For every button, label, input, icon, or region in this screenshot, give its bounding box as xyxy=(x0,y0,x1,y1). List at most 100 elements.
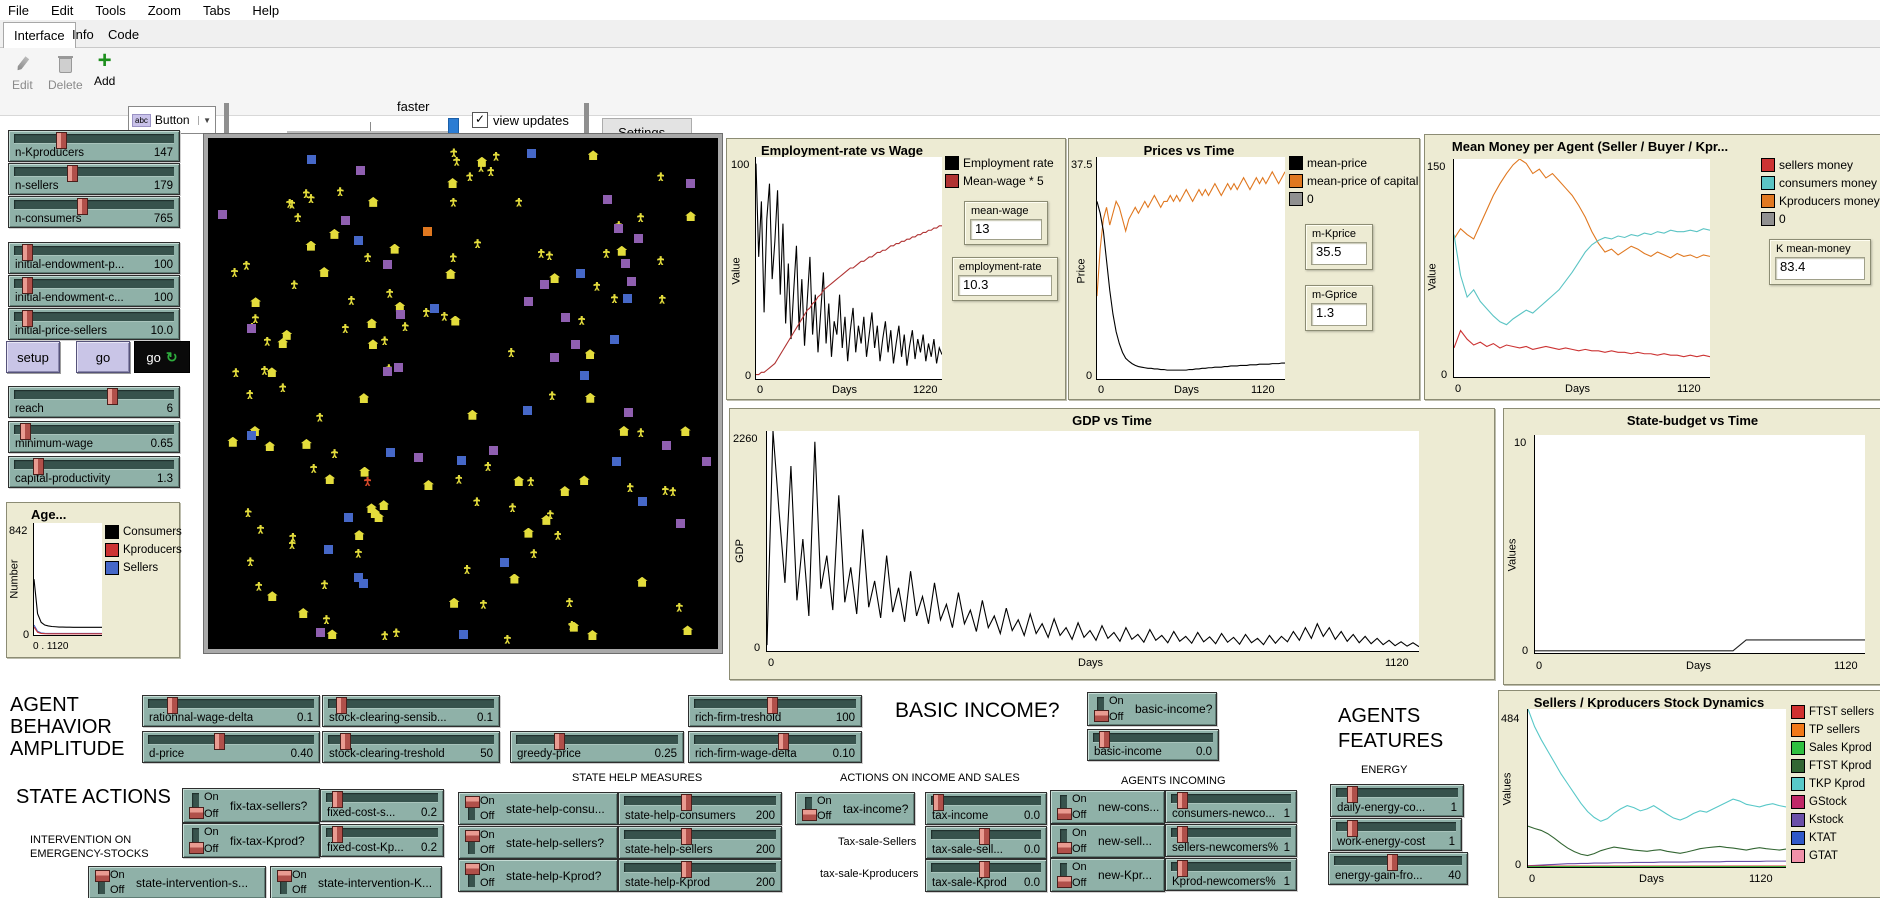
agent-person xyxy=(245,508,252,517)
agent-square xyxy=(527,149,536,158)
switch-state-help-sellers[interactable]: OnOff state-help-sellers? xyxy=(458,826,618,859)
slider-reach[interactable]: reach6 xyxy=(8,386,180,418)
slider-initial-price-sellers[interactable]: initial-price-sellers10.0 xyxy=(8,308,180,340)
gdp-plot: GDP vs Time 2260 GDP 0 0 Days 1120 xyxy=(729,408,1495,680)
menu-help[interactable]: Help xyxy=(252,3,279,18)
agent-square xyxy=(489,446,498,455)
menu-zoom[interactable]: Zoom xyxy=(148,3,181,18)
slider-tax-sale-sellers[interactable]: tax-sale-sell...0.0 xyxy=(925,826,1047,859)
slider-minimum-wage[interactable]: minimum-wage0.65 xyxy=(8,421,180,453)
menu-file[interactable]: File xyxy=(8,3,29,18)
slider-energy-gain[interactable]: energy-gain-fro...40 xyxy=(1328,852,1468,885)
agent-square xyxy=(676,519,685,528)
agent-square xyxy=(500,558,509,567)
view-updates-checkbox[interactable]: ✓ xyxy=(472,112,488,128)
state-budget-plot: State-budget vs Time 10 Values 0 0 Days … xyxy=(1503,408,1880,685)
slider-capital-productivity[interactable]: capital-productivity1.3 xyxy=(8,456,180,488)
slider-tax-income[interactable]: tax-income0.0 xyxy=(925,792,1047,825)
agent-house xyxy=(450,316,461,326)
agent-person xyxy=(509,503,516,512)
agent-person xyxy=(676,603,683,612)
delete-button[interactable]: Delete xyxy=(48,56,83,92)
add-button[interactable]: + Add xyxy=(94,52,115,88)
edit-button[interactable]: Edit xyxy=(12,56,33,92)
agent-square xyxy=(624,408,633,417)
agent-house xyxy=(587,630,598,640)
switch-basic-income[interactable]: OnOff basic-income? xyxy=(1087,692,1217,726)
agent-person xyxy=(549,391,556,400)
agent-person xyxy=(530,549,537,558)
switch-state-help-kprod[interactable]: OnOff state-help-Kprod? xyxy=(458,859,618,892)
agent-house xyxy=(585,393,596,403)
go-forever-button[interactable]: go ↻ xyxy=(134,341,190,373)
toolbar: Edit Delete + Add abc Button ▼ faster ti… xyxy=(0,48,1880,116)
slider-kprod-newcomers[interactable]: Kprod-newcomers%1 xyxy=(1165,858,1297,891)
agent-person xyxy=(381,631,388,640)
switch-new-consumers[interactable]: OnOff new-cons... xyxy=(1050,790,1165,824)
legend-item: sellers money xyxy=(1761,157,1880,172)
switch-tax-income[interactable]: OnOff tax-income? xyxy=(795,792,915,825)
agent-person xyxy=(381,336,388,345)
agent-house xyxy=(585,349,596,359)
slider-initial-endowment-p[interactable]: initial-endowment-p...100 xyxy=(8,242,180,274)
agent-person xyxy=(331,449,338,458)
menu-tools[interactable]: Tools xyxy=(95,3,125,18)
agent-person xyxy=(538,249,545,258)
slider-n-sellers[interactable]: n-sellers179 xyxy=(8,163,180,195)
tax-sale-sellers-label: Tax-sale-Sellers xyxy=(838,836,916,848)
slider-initial-endowment-c[interactable]: initial-endowment-c...100 xyxy=(8,275,180,307)
speed-slider-track[interactable] xyxy=(287,131,457,133)
slider-fixed-cost-s[interactable]: fixed-cost-s...0.2 xyxy=(320,789,444,822)
agent-person xyxy=(637,213,644,222)
employment-plot: Employment-rate vs Wage 100 Value 0 0 Da… xyxy=(726,138,1066,400)
go-button[interactable]: go xyxy=(76,341,130,373)
switch-fix-tax-kprod[interactable]: OnOff fix-tax-Kprod? xyxy=(182,823,320,858)
slider-work-energy-cost[interactable]: work-energy-cost1 xyxy=(1330,818,1462,851)
slider-sellers-newcomers[interactable]: sellers-newcomers%1 xyxy=(1165,824,1297,857)
agent-house xyxy=(523,528,534,538)
world-view[interactable] xyxy=(204,134,722,653)
menu-tabs[interactable]: Tabs xyxy=(203,3,230,18)
switch-state-help-consumers[interactable]: OnOff state-help-consu... xyxy=(458,792,618,825)
slider-state-help-consumers[interactable]: state-help-consumers200 xyxy=(618,792,782,825)
slider-basic-income[interactable]: basic-income0.0 xyxy=(1087,729,1219,761)
agent-person xyxy=(231,268,238,277)
legend-item: Consumers xyxy=(105,525,182,538)
slider-d-price[interactable]: d-price0.40 xyxy=(142,731,320,763)
slider-consumers-newcomers[interactable]: consumers-newco...1 xyxy=(1165,790,1297,823)
agent-person xyxy=(659,295,666,304)
menu-edit[interactable]: Edit xyxy=(51,3,73,18)
slider-rich-firm-wage-delta[interactable]: rich-firm-wage-delta0.10 xyxy=(688,731,862,763)
legend-swatch xyxy=(1791,777,1805,791)
legend-item: Kstock xyxy=(1791,813,1874,826)
slider-rich-firm-treshold[interactable]: rich-firm-treshold100 xyxy=(688,695,862,727)
setup-button[interactable]: setup xyxy=(6,341,60,373)
age-plot-lines xyxy=(34,523,102,635)
switch-fix-tax-sellers[interactable]: OnOff fix-tax-sellers? xyxy=(182,788,320,823)
agent-house xyxy=(319,267,330,277)
employment-legend: Employment rateMean-wage * 5 xyxy=(945,155,1054,191)
slider-n-consumers[interactable]: n-consumers765 xyxy=(8,196,180,228)
slider-fixed-cost-kp[interactable]: fixed-cost-Kp...0.2 xyxy=(320,824,444,857)
legend-swatch xyxy=(1791,849,1805,863)
switch-state-intervention-k[interactable]: OnOff state-intervention-K... xyxy=(270,866,442,898)
agent-square xyxy=(540,280,549,289)
switch-state-intervention-s[interactable]: OnOff state-intervention-s... xyxy=(88,866,266,898)
slider-stock-clearing-sensib[interactable]: stock-clearing-sensib...0.1 xyxy=(322,695,500,727)
slider-daily-energy[interactable]: daily-energy-co...1 xyxy=(1330,784,1464,817)
agent-house xyxy=(467,410,478,420)
slider-state-help-sellers[interactable]: state-help-sellers200 xyxy=(618,826,782,859)
agent-square xyxy=(341,216,350,225)
legend-swatch xyxy=(1791,705,1805,719)
mean-money-legend: sellers moneyconsumers moneyKproducers m… xyxy=(1761,157,1880,229)
slider-greedy-price[interactable]: greedy-price0.25 xyxy=(510,731,684,763)
slider-state-help-kprod[interactable]: state-help-Kprod200 xyxy=(618,859,782,892)
switch-new-sellers[interactable]: OnOff new-sell... xyxy=(1050,824,1165,858)
slider-rationnal-wage-delta[interactable]: rationnal-wage-delta0.1 xyxy=(142,695,320,727)
slider-tax-sale-kprod[interactable]: tax-sale-Kprod0.0 xyxy=(925,859,1047,892)
slider-stock-clearing-treshold[interactable]: stock-clearing-treshold50 xyxy=(322,731,500,763)
tab-code[interactable]: Code xyxy=(98,23,149,46)
legend-swatch xyxy=(945,156,959,170)
switch-new-kproducers[interactable]: OnOff new-Kpr... xyxy=(1050,858,1165,892)
slider-n-kproducers[interactable]: n-Kproducers147 xyxy=(8,130,180,162)
